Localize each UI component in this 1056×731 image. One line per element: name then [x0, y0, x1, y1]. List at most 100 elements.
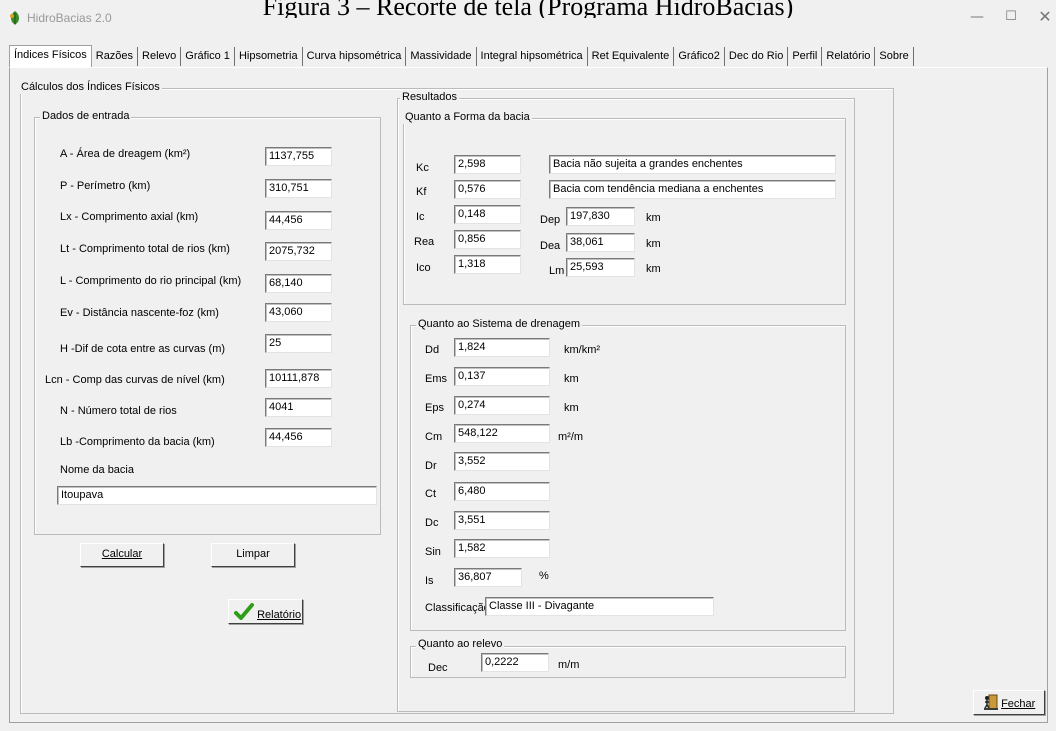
dd-unit: km/km²: [564, 344, 601, 356]
input-area[interactable]: 1137,755: [265, 147, 332, 166]
figure-caption: Figura 3 – Recorte de tela (Programa Hid…: [262, 0, 794, 18]
calcular-button[interactable]: Calcular: [80, 543, 164, 567]
eps-unit: km: [564, 402, 579, 414]
dr-label: Dr: [425, 460, 437, 472]
label-nome-bacia: Nome da bacia: [60, 464, 134, 476]
dc-field[interactable]: 3,551: [454, 511, 550, 530]
cm-field[interactable]: 548,122: [454, 424, 550, 443]
tab-grafico-1[interactable]: Gráfico 1: [181, 47, 235, 66]
input-group-label: Dados de entrada: [40, 110, 132, 123]
input-dif-cota[interactable]: 25: [265, 334, 332, 353]
dec-field[interactable]: 0,2222: [481, 653, 549, 672]
tab-relatorio[interactable]: Relatório: [822, 47, 876, 66]
tab-relevo[interactable]: Relevo: [138, 47, 182, 66]
dep-unit: km: [646, 212, 661, 224]
ct-label: Ct: [425, 488, 436, 500]
eps-label: Eps: [425, 402, 444, 414]
label-numero-total-rios: N - Número total de rios: [60, 405, 177, 417]
resultados-group-label: Resultados: [400, 91, 460, 104]
label-comprimento-bacia: Lb -Comprimento da bacia (km): [60, 436, 215, 448]
tab-massividade[interactable]: Massividade: [406, 47, 477, 66]
tab-hipsometria[interactable]: Hipsometria: [234, 47, 303, 66]
rea-field[interactable]: 0,856: [454, 230, 521, 249]
dd-field[interactable]: 1,824: [454, 338, 550, 357]
is-label: Is: [425, 575, 434, 587]
dd-label: Dd: [425, 344, 440, 356]
is-unit: %: [539, 570, 549, 582]
calculos-group-label: Cálculos dos Índices Físicos: [19, 81, 162, 94]
check-icon: [234, 603, 257, 624]
rea-label: Rea: [414, 236, 435, 248]
kc-description-field[interactable]: Bacia não sujeita a grandes enchentes: [549, 155, 836, 174]
label-comprimento-rio-principal: L - Comprimento do rio principal (km): [60, 275, 242, 287]
is-field[interactable]: 36,807: [454, 568, 522, 587]
kf-description-field[interactable]: Bacia com tendência mediana a enchentes: [549, 180, 836, 199]
sin-label: Sin: [425, 546, 441, 558]
forma-group-label: Quanto a Forma da bacia: [403, 111, 532, 124]
dec-unit: m/m: [558, 659, 580, 671]
minimize-icon[interactable]: —: [966, 6, 988, 28]
fechar-button-label: Fechar: [1001, 698, 1036, 710]
input-comprimento-axial[interactable]: 44,456: [265, 211, 332, 230]
kc-label: Kc: [416, 162, 429, 174]
ems-field[interactable]: 0,137: [454, 367, 550, 386]
input-comp-curvas-nivel[interactable]: 10111,878: [265, 369, 332, 388]
input-perimetro[interactable]: 310,751: [265, 179, 332, 198]
dep-label: Dep: [540, 214, 561, 226]
input-nome-bacia[interactable]: Itoupava: [57, 486, 377, 505]
limpar-button[interactable]: Limpar: [211, 543, 295, 567]
window-title: HidroBacias 2.0: [27, 11, 112, 25]
tab-grafico-2[interactable]: Gráfico2: [674, 47, 725, 66]
relevo-group-label: Quanto ao relevo: [416, 638, 505, 651]
relatorio-button[interactable]: Relatório: [228, 599, 303, 624]
tab-razoes[interactable]: Razões: [91, 47, 139, 66]
label-area: A - Área de dreagem (km²): [60, 148, 191, 160]
input-distancia-nascente-foz[interactable]: 43,060: [265, 303, 332, 322]
lm-field[interactable]: 25,593: [566, 258, 635, 277]
input-comprimento-bacia[interactable]: 44,456: [265, 428, 332, 447]
kf-field[interactable]: 0,576: [454, 180, 521, 199]
calcular-button-label: Calcular: [101, 548, 143, 560]
relatorio-button-label: Relatório: [257, 609, 302, 621]
input-comprimento-total-rios[interactable]: 2075,732: [265, 242, 332, 261]
ic-field[interactable]: 0,148: [454, 205, 521, 224]
tab-integral-hipsometrica[interactable]: Integral hipsométrica: [476, 47, 588, 66]
dc-label: Dc: [425, 517, 439, 529]
tab-sobre[interactable]: Sobre: [875, 47, 914, 66]
input-comprimento-rio-principal[interactable]: 68,140: [265, 274, 332, 293]
label-dif-cota: H -Dif de cota entre as curvas (m): [60, 343, 226, 355]
ct-field[interactable]: 6,480: [454, 482, 550, 501]
label-comprimento-axial: Lx - Comprimento axial (km): [60, 211, 199, 223]
tab-indices-fisicos[interactable]: Índices Físicos: [9, 45, 92, 67]
label-comprimento-total-rios: Lt - Comprimento total de rios (km): [60, 243, 230, 255]
limpar-button-label: Limpar: [236, 548, 270, 560]
classificacao-field[interactable]: Classe III - Divagante: [485, 597, 714, 616]
label-perimetro: P - Perímetro (km): [60, 180, 151, 192]
ico-field[interactable]: 1,318: [454, 255, 521, 274]
dea-label: Dea: [540, 240, 561, 252]
sin-field[interactable]: 1,582: [454, 539, 550, 558]
input-numero-total-rios[interactable]: 4041: [265, 398, 332, 417]
drenagem-group-label: Quanto ao Sistema de drenagem: [416, 318, 583, 331]
ems-unit: km: [564, 373, 579, 385]
label-comp-curvas-nivel: Lcn - Comp das curvas de nível (km): [45, 374, 225, 386]
tab-perfil[interactable]: Perfil: [788, 47, 823, 66]
fechar-button[interactable]: Fechar: [973, 690, 1045, 715]
dea-unit: km: [646, 238, 661, 250]
cm-label: Cm: [425, 431, 443, 443]
tab-curva-hipsometrica[interactable]: Curva hipsométrica: [302, 47, 407, 66]
maximize-icon[interactable]: ☐: [1000, 6, 1022, 28]
close-icon[interactable]: ✕: [1034, 6, 1056, 28]
ic-label: Ic: [416, 211, 425, 223]
eps-field[interactable]: 0,274: [454, 396, 550, 415]
dep-field[interactable]: 197,830: [566, 207, 635, 226]
lm-unit: km: [646, 263, 661, 275]
tab-dec-do-rio[interactable]: Dec do Rio: [724, 47, 789, 66]
dea-field[interactable]: 38,061: [566, 233, 635, 252]
tab-ret-equivalente[interactable]: Ret Equivalente: [587, 47, 675, 66]
ico-label: Ico: [416, 262, 431, 274]
cm-unit: m²/m: [558, 431, 584, 443]
app-icon: [7, 10, 23, 26]
dr-field[interactable]: 3,552: [454, 452, 550, 471]
kc-field[interactable]: 2,598: [454, 155, 521, 174]
